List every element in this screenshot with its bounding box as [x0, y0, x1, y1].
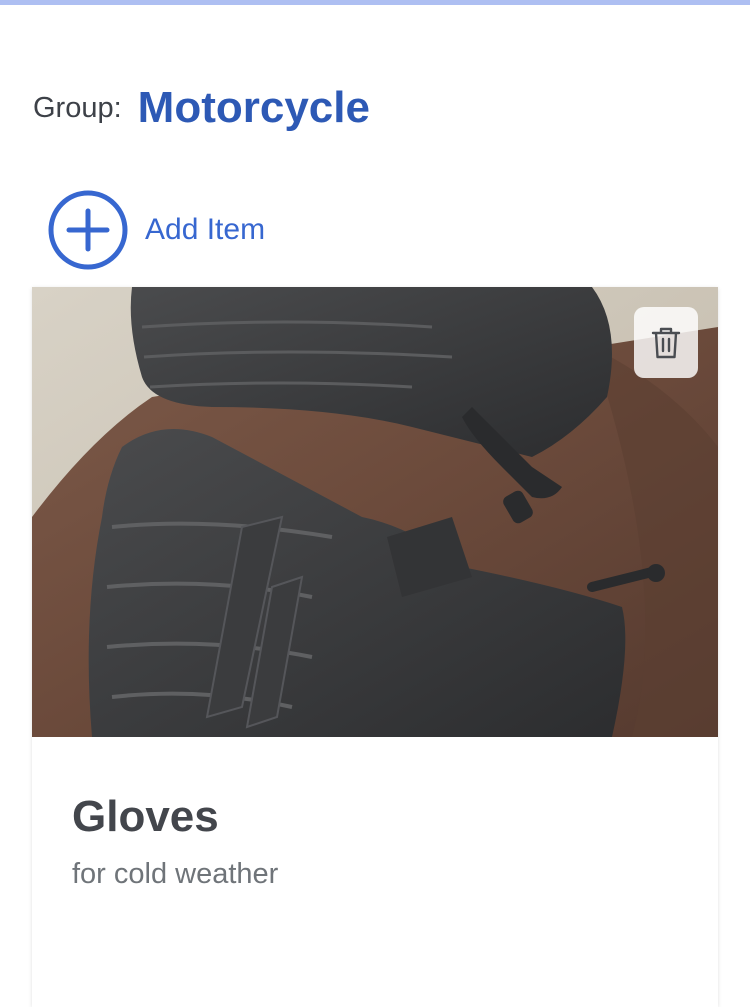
plus-circle-icon[interactable]: [47, 189, 129, 271]
group-label: Group:: [33, 91, 122, 124]
item-title: Gloves: [72, 792, 219, 841]
item-card[interactable]: Gloves for cold weather: [32, 287, 718, 1007]
top-accent-bar: [0, 0, 750, 5]
add-item-button[interactable]: Add Item: [47, 189, 265, 271]
item-card-body: Gloves for cold weather: [72, 737, 678, 892]
add-item-label[interactable]: Add Item: [145, 213, 265, 247]
item-description: for cold weather: [72, 858, 279, 890]
group-header: Group: Motorcycle: [33, 80, 370, 136]
delete-item-button[interactable]: [634, 307, 698, 378]
group-name: Motorcycle: [137, 83, 370, 132]
gloves-photo-illustration: [32, 287, 718, 737]
item-photo[interactable]: [32, 287, 718, 737]
trash-icon[interactable]: [651, 326, 681, 360]
